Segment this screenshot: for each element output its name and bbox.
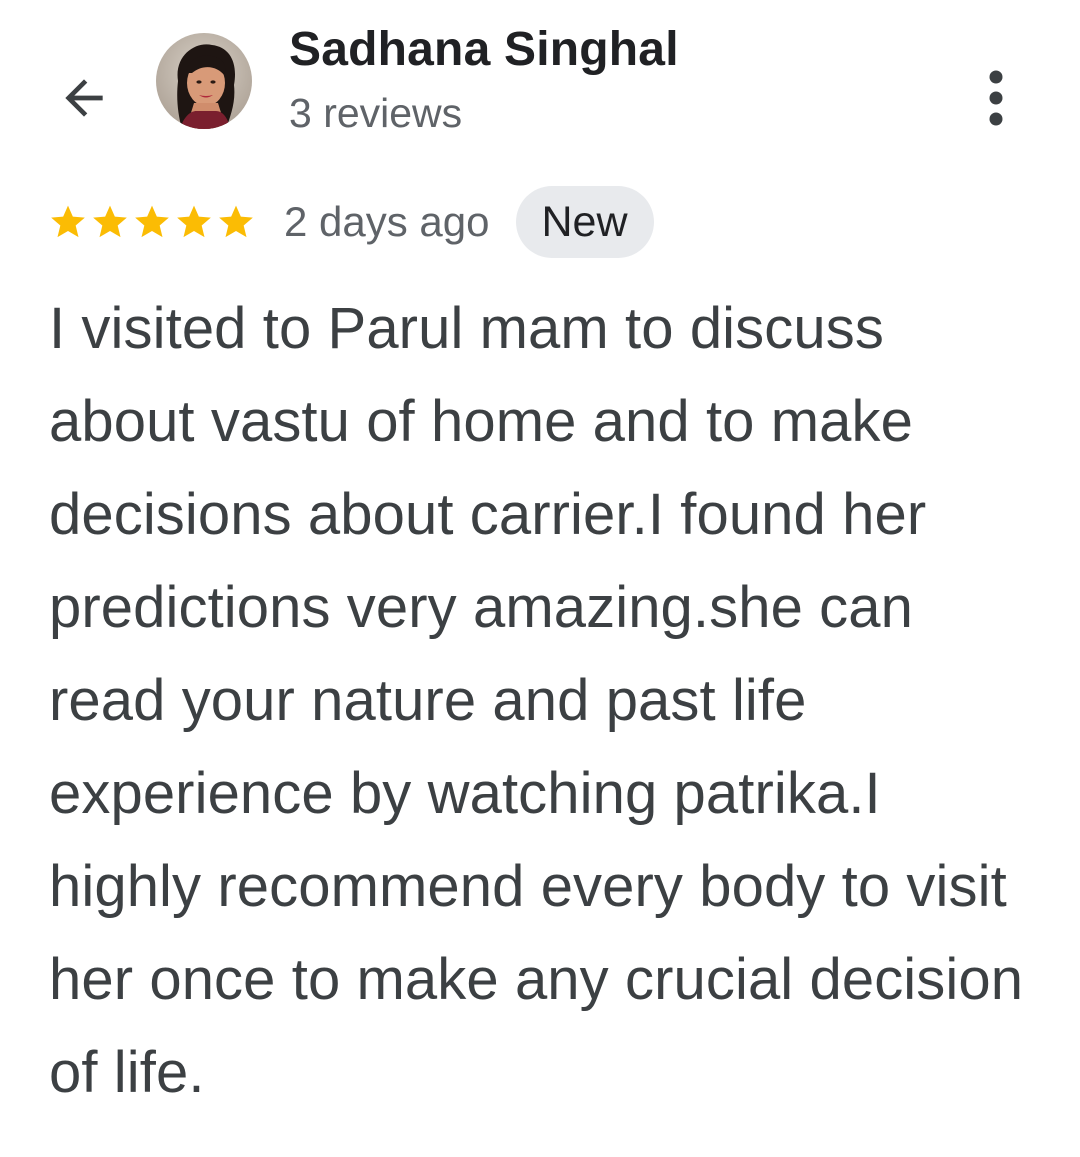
- reviewer-header: Sadhana Singhal 3 reviews: [0, 0, 1080, 170]
- star-icon: [93, 205, 127, 238]
- arrow-back-icon: [65, 79, 103, 117]
- star-icon: [219, 205, 253, 238]
- star-icon: [135, 205, 169, 238]
- new-badge: New: [515, 186, 654, 258]
- star-rating: [48, 202, 256, 242]
- review-time: 2 days ago: [284, 198, 490, 245]
- more-options-button[interactable]: [970, 66, 1022, 130]
- star-icon: [177, 205, 211, 238]
- star-icon: [51, 205, 85, 238]
- back-button[interactable]: [50, 66, 118, 130]
- review-text: I visited to Parul mam to discuss about …: [49, 296, 1024, 1105]
- avatar[interactable]: [156, 33, 252, 129]
- review-meta: 2 days ago New: [48, 186, 654, 258]
- more-vertical-icon: [989, 70, 1003, 126]
- review-count[interactable]: 3 reviews: [289, 90, 462, 137]
- reviewer-name[interactable]: Sadhana Singhal: [289, 22, 679, 77]
- profile-photo: [156, 33, 252, 129]
